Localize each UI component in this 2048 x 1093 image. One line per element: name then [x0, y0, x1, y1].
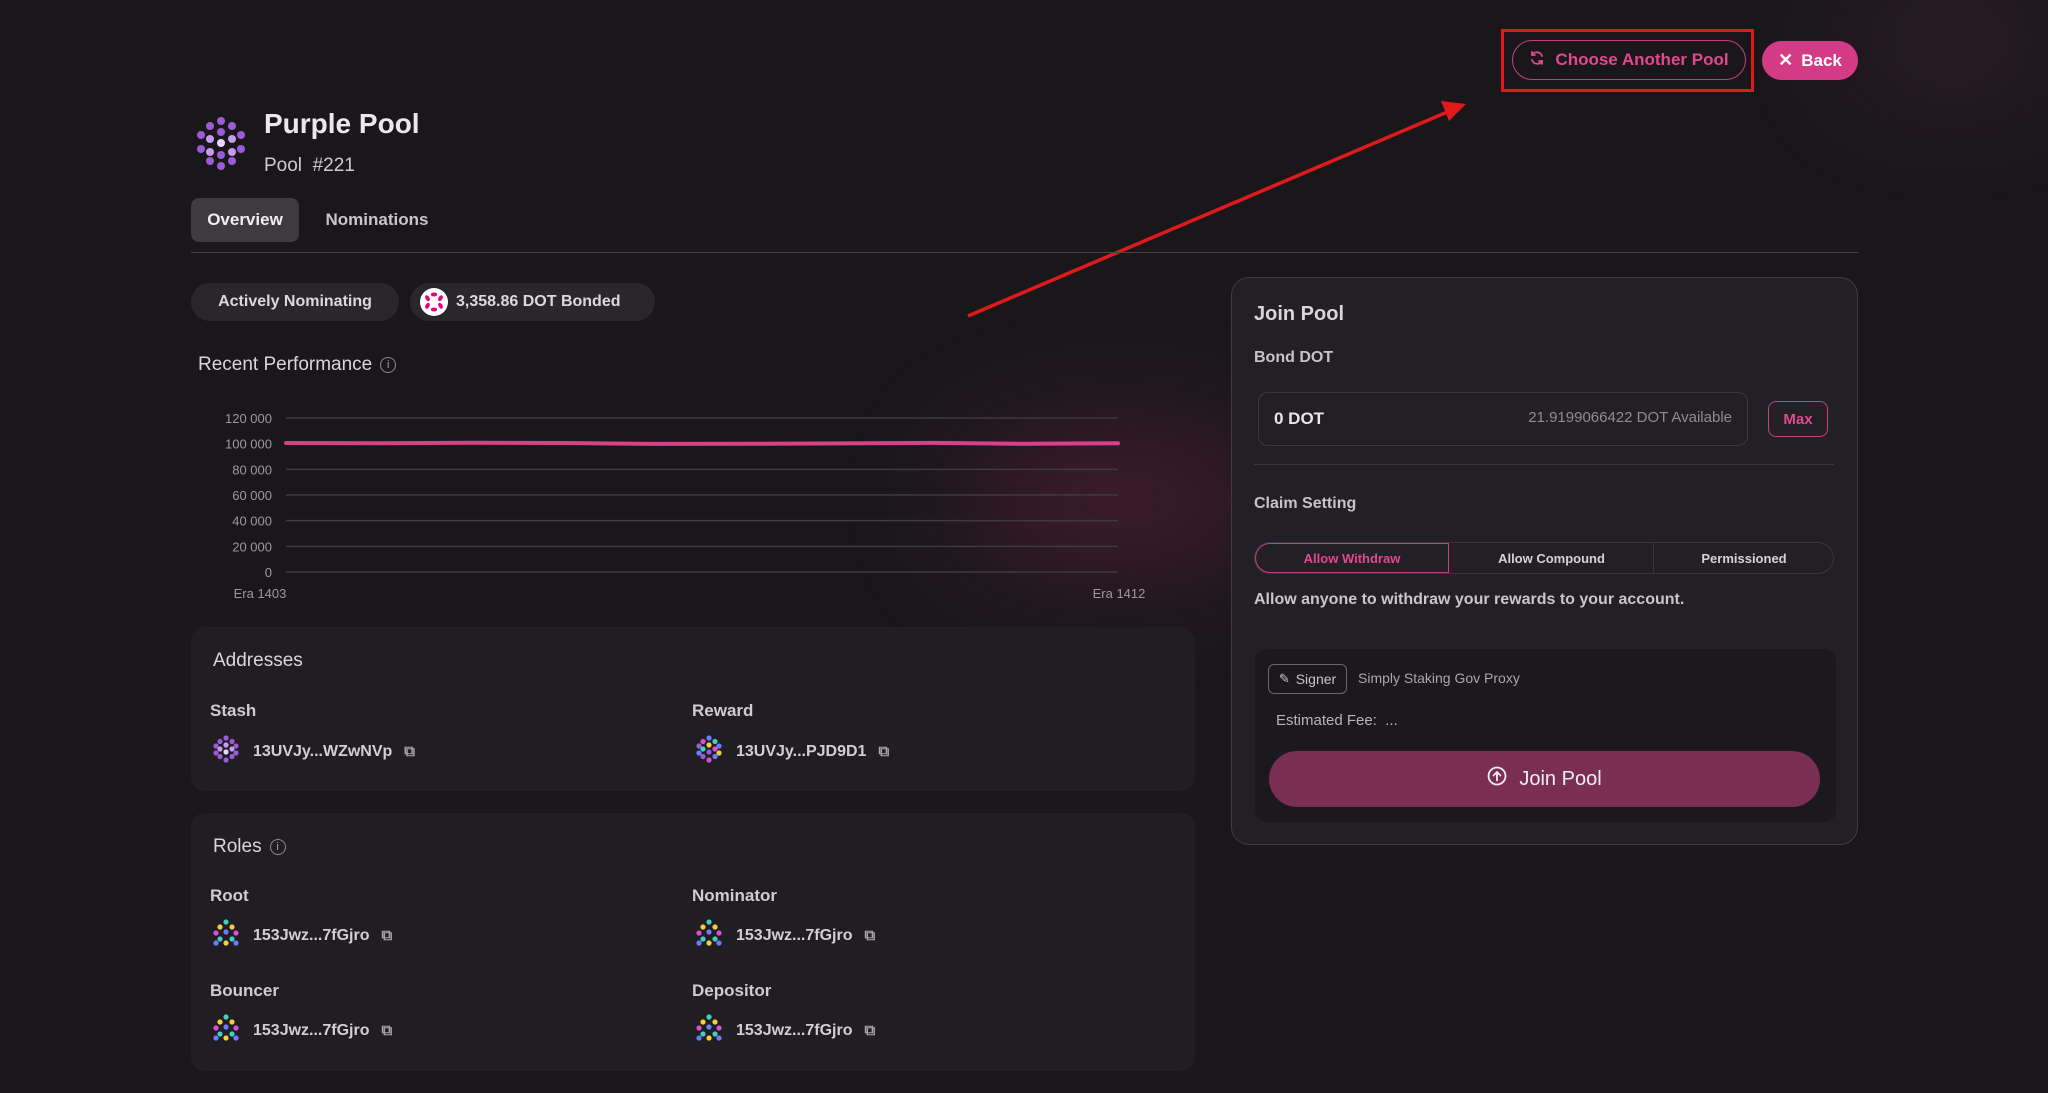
bonded-amount-badge: 3,358.86 DOT Bonded — [410, 283, 655, 321]
y-tick-label: 80 000 — [232, 462, 272, 477]
stash-address: 13UVJy...WZwNVp ⧉ — [211, 734, 415, 769]
y-tick-label: 40 000 — [232, 514, 272, 529]
max-button[interactable]: Max — [1768, 401, 1828, 437]
claim-description: Allow anyone to withdraw your rewards to… — [1254, 591, 1685, 608]
pool-logo-icon — [193, 115, 249, 176]
y-tick-label: 100 000 — [225, 437, 272, 452]
reward-identicon-icon — [694, 734, 724, 769]
addresses-title: Addresses — [213, 650, 303, 671]
pool-subtitle: Pool #221 — [264, 155, 355, 177]
copy-icon[interactable]: ⧉ — [382, 1022, 393, 1039]
signer-tag[interactable]: ✎ Signer — [1268, 664, 1347, 694]
copy-icon[interactable]: ⧉ — [382, 927, 393, 944]
bouncer-label: Bouncer — [210, 981, 279, 1000]
pool-title: Purple Pool — [264, 108, 420, 139]
recent-performance-title: Recent Performance — [198, 354, 373, 375]
estimated-fee-value: ... — [1385, 712, 1398, 729]
y-tick-label: 120 000 — [225, 411, 272, 426]
reward-address-text: 13UVJy...PJD9D1 — [736, 742, 867, 760]
join-divider — [1254, 464, 1834, 465]
copy-icon[interactable]: ⧉ — [878, 743, 889, 760]
estimated-fee: Estimated Fee: ... — [1276, 712, 1398, 729]
bouncer-identicon-icon — [211, 1013, 241, 1048]
claim-setting-label: Claim Setting — [1254, 495, 1357, 512]
tab-overview[interactable]: Overview — [191, 198, 299, 242]
depositor-address: 153Jwz...7fGjro ⧉ — [694, 1013, 875, 1048]
reward-address: 13UVJy...PJD9D1 ⧉ — [694, 734, 889, 769]
join-pool-title: Join Pool — [1254, 303, 1344, 325]
nominator-label: Nominator — [692, 886, 777, 905]
nominating-status-badge: Actively Nominating — [191, 283, 399, 321]
pool-label: Pool — [264, 155, 303, 176]
performance-chart: 120 000100 00080 00060 00040 00020 0000 … — [225, 411, 1146, 601]
pool-number: #221 — [312, 155, 355, 176]
depositor-identicon-icon — [694, 1013, 724, 1048]
bond-amount-value: 0 DOT — [1274, 409, 1325, 428]
available-balance: 21.9199066422 DOT Available — [1528, 409, 1732, 426]
bouncer-address: 153Jwz...7fGjro ⧉ — [211, 1013, 392, 1048]
performance-line — [284, 440, 1120, 446]
option-permissioned[interactable]: Permissioned — [1655, 543, 1833, 573]
join-pool-button-label: Join Pool — [1519, 767, 1602, 790]
depositor-address-text: 153Jwz...7fGjro — [736, 1021, 853, 1039]
root-identicon-icon — [211, 918, 241, 953]
bond-dot-label: Bond DOT — [1254, 349, 1334, 366]
root-address-text: 153Jwz...7fGjro — [253, 926, 370, 944]
info-icon[interactable]: i — [269, 839, 286, 855]
option-allow-withdraw[interactable]: Allow Withdraw — [1255, 543, 1449, 573]
tabs-divider — [191, 252, 1858, 253]
signer-tag-label: Signer — [1295, 671, 1337, 687]
stash-identicon-icon — [211, 734, 241, 769]
depositor-label: Depositor — [692, 981, 772, 1000]
edit-icon: ✎ — [1278, 671, 1290, 686]
polkadot-icon — [420, 288, 448, 316]
y-tick-label: 0 — [265, 565, 272, 580]
info-icon[interactable]: i — [380, 357, 397, 373]
roles-title: Roles i — [213, 836, 286, 858]
copy-icon[interactable]: ⧉ — [404, 743, 415, 760]
nominator-address: 153Jwz...7fGjro ⧉ — [694, 918, 875, 953]
tab-nominations[interactable]: Nominations — [310, 198, 444, 242]
arrow-up-circle-icon — [1487, 766, 1507, 792]
x-start-label: Era 1403 — [234, 586, 287, 601]
y-tick-label: 20 000 — [232, 539, 272, 554]
option-allow-compound[interactable]: Allow Compound — [1450, 543, 1654, 573]
stash-label: Stash — [210, 701, 257, 720]
copy-icon[interactable]: ⧉ — [865, 1022, 876, 1039]
copy-icon[interactable]: ⧉ — [865, 927, 876, 944]
root-address: 153Jwz...7fGjro ⧉ — [211, 918, 392, 953]
recent-performance-heading: Recent Performance i — [198, 354, 397, 376]
signer-name: Simply Staking Gov Proxy — [1358, 670, 1520, 686]
join-pool-button[interactable]: Join Pool — [1269, 751, 1820, 807]
bonded-amount-text: 3,358.86 DOT Bonded — [456, 293, 621, 310]
nominator-address-text: 153Jwz...7fGjro — [736, 926, 853, 944]
root-label: Root — [210, 886, 249, 905]
bouncer-address-text: 153Jwz...7fGjro — [253, 1021, 370, 1039]
nominator-identicon-icon — [694, 918, 724, 953]
x-end-label: Era 1412 — [1093, 586, 1146, 601]
roles-title-text: Roles — [213, 836, 262, 857]
estimated-fee-label: Estimated Fee: — [1276, 712, 1377, 729]
reward-label: Reward — [692, 701, 754, 720]
stash-address-text: 13UVJy...WZwNVp — [253, 742, 393, 760]
y-tick-label: 60 000 — [232, 488, 272, 503]
